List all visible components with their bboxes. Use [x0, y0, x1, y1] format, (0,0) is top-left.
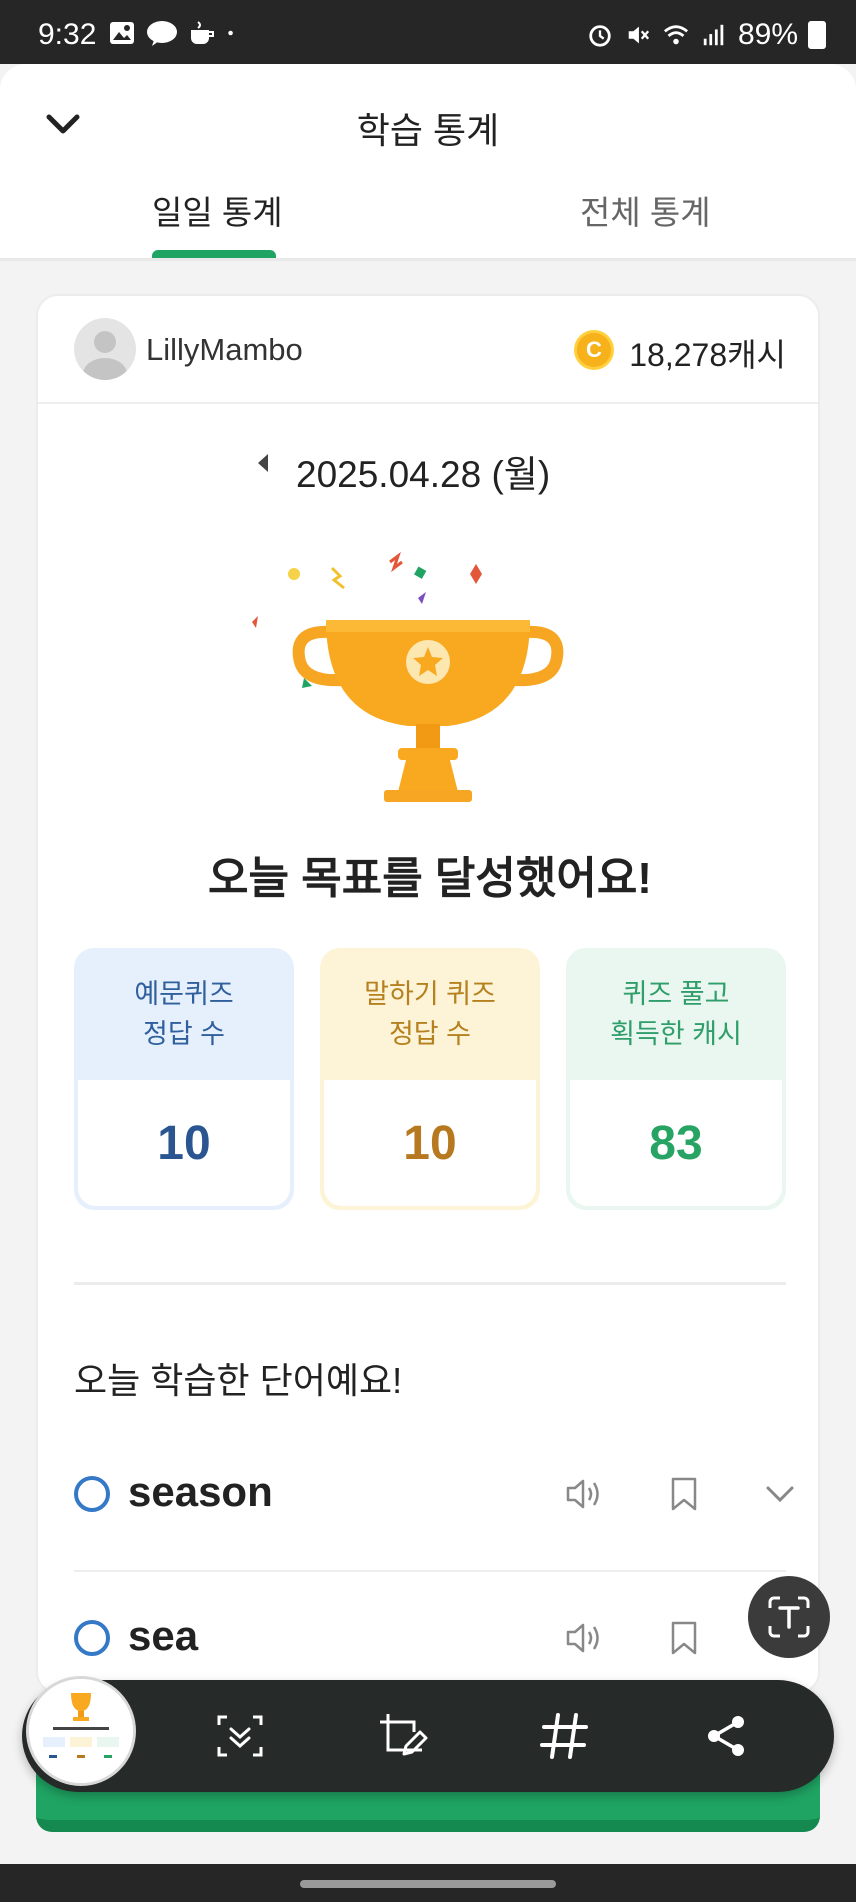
- stat-value: 10: [78, 1080, 290, 1206]
- page-title: 학습 통계: [356, 110, 500, 151]
- notification-icons: [108, 20, 242, 46]
- profile-row: LillyMambo C 18,278캐시: [38, 296, 818, 404]
- cup-icon: [191, 21, 214, 44]
- tab-daily-stats[interactable]: 일일 통계: [152, 186, 283, 234]
- words-section-title: 오늘 학습한 단어예요!: [74, 1360, 403, 1401]
- stat-label-line2: 정답 수: [142, 1019, 226, 1049]
- home-handle[interactable]: [300, 1880, 556, 1888]
- screenshot-thumbnail[interactable]: [26, 1676, 136, 1786]
- battery-icon: [808, 21, 826, 49]
- edit-crop-icon[interactable]: [374, 1708, 430, 1764]
- word-row[interactable]: season: [74, 1446, 794, 1546]
- hashtag-icon[interactable]: [536, 1708, 592, 1764]
- stat-value: 83: [570, 1080, 782, 1206]
- dot-icon: [228, 30, 233, 36]
- header-divider: [0, 258, 856, 261]
- navigation-bar: [0, 1864, 856, 1902]
- word-row[interactable]: sea: [74, 1590, 786, 1690]
- mute-icon: [628, 26, 650, 44]
- trophy-illustration: [248, 546, 608, 806]
- status-time: 9:32: [38, 18, 97, 51]
- stat-label-line1: 예문퀴즈: [134, 979, 234, 1009]
- goal-achieved-message: 오늘 목표를 달성했어요!: [208, 854, 652, 903]
- cash-balance: 18,278캐시: [629, 337, 786, 373]
- stat-sentence-quiz: 예문퀴즈정답 수 10: [74, 948, 294, 1210]
- circle-icon: [74, 1620, 110, 1656]
- wifi-icon: [663, 25, 688, 45]
- username: LillyMambo: [146, 332, 303, 367]
- stat-label-line1: 말하기 퀴즈: [364, 979, 496, 1009]
- avatar: [74, 318, 136, 380]
- section-divider: [74, 1282, 786, 1285]
- signal-icon: [703, 24, 724, 46]
- app-header: [0, 64, 856, 260]
- date-selector: 2025.04.28 (월): [38, 438, 818, 498]
- tab-total-stats[interactable]: 전체 통계: [580, 186, 711, 234]
- chevron-down-icon[interactable]: [758, 1472, 802, 1516]
- bookmark-icon[interactable]: [662, 1472, 706, 1516]
- stat-speaking-quiz: 말하기 퀴즈정답 수 10: [320, 948, 540, 1210]
- share-icon[interactable]: [698, 1708, 754, 1764]
- coin-icon: C: [574, 330, 614, 370]
- stat-label: 퀴즈 풀고획득한 캐시: [566, 948, 786, 1080]
- current-date: 2025.04.28 (월): [296, 454, 551, 495]
- word-text: season: [128, 1468, 273, 1515]
- extract-text-button[interactable]: [748, 1576, 830, 1658]
- stat-earned-cash: 퀴즈 풀고획득한 캐시 83: [566, 948, 786, 1210]
- alarm-icon: [589, 25, 611, 47]
- bookmark-icon[interactable]: [662, 1616, 706, 1660]
- image-icon: [110, 22, 134, 44]
- previous-date-arrow-icon[interactable]: [258, 454, 268, 472]
- stat-label-line1: 퀴즈 풀고: [622, 979, 730, 1009]
- battery-percent: 89%: [737, 18, 798, 51]
- speaker-icon[interactable]: [562, 1616, 606, 1660]
- scroll-capture-icon[interactable]: [212, 1708, 268, 1764]
- stat-value: 10: [324, 1080, 536, 1206]
- circle-icon: [74, 1476, 110, 1512]
- row-divider: [74, 1570, 786, 1572]
- word-text: sea: [128, 1612, 199, 1659]
- text-scan-icon: [768, 1596, 810, 1638]
- speaker-icon[interactable]: [562, 1472, 606, 1516]
- screenshot-toolbar: [22, 1676, 834, 1792]
- stat-label-line2: 획득한 캐시: [610, 1019, 742, 1049]
- system-icons: 89%: [586, 18, 826, 52]
- stat-label: 예문퀴즈정답 수: [74, 948, 294, 1080]
- talk-icon: [147, 21, 177, 46]
- status-bar: 9:32 89%: [0, 0, 856, 64]
- daily-stats-card: LillyMambo C 18,278캐시 2025.04.28 (월) 오늘 …: [36, 294, 820, 1694]
- stat-label-line2: 정답 수: [388, 1019, 471, 1049]
- stat-label: 말하기 퀴즈정답 수: [320, 948, 540, 1080]
